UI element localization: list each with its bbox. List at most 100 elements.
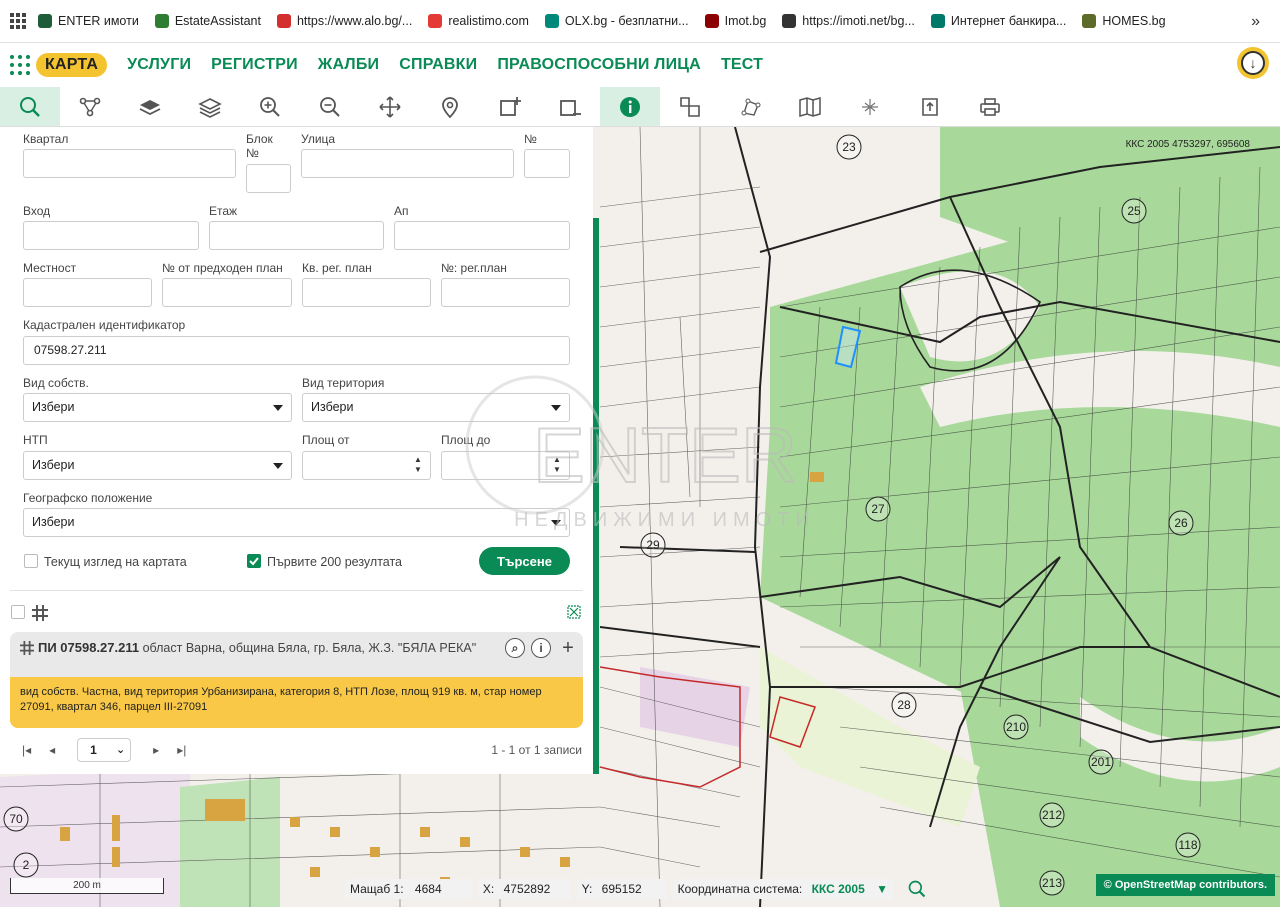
- ntp-select[interactable]: Избери: [23, 451, 292, 480]
- result-id[interactable]: ПИ 07598.27.211: [38, 640, 139, 655]
- nav-item-0[interactable]: КАРТА: [36, 53, 108, 77]
- current-view-checkbox[interactable]: [24, 554, 38, 568]
- crs-value: ККС 2005: [811, 882, 865, 896]
- nav-item-3[interactable]: ЖАЛБИ: [318, 56, 379, 74]
- bookmark-6[interactable]: https://imoti.net/bg...: [782, 14, 915, 28]
- panel-scrollbar[interactable]: [593, 218, 599, 774]
- bookmark-8[interactable]: HOMES.bg: [1082, 14, 1166, 28]
- bookmark-5[interactable]: Imot.bg: [704, 14, 767, 28]
- grid-icon[interactable]: [32, 605, 48, 621]
- last-page-icon[interactable]: ▸|: [177, 743, 186, 757]
- expand-icon[interactable]: [567, 605, 581, 619]
- bookmark-3[interactable]: realistimo.com: [428, 14, 529, 28]
- etaj-input[interactable]: [209, 221, 384, 250]
- route-tool[interactable]: [60, 87, 120, 126]
- print-tool[interactable]: [960, 87, 1020, 126]
- scale-field[interactable]: Мащаб 1: 4684: [345, 879, 472, 899]
- area-from-input[interactable]: ▲ ▼: [302, 451, 431, 480]
- prev-plan-input[interactable]: [162, 278, 292, 307]
- cadastral-id-input[interactable]: 07598.27.211: [23, 336, 570, 365]
- bookmark-2[interactable]: https://www.alo.bg/...: [276, 14, 413, 28]
- ntp-value: Избери: [32, 458, 75, 472]
- next-page-icon[interactable]: ▸: [153, 743, 159, 757]
- coordinates-tool[interactable]: [840, 87, 900, 126]
- location-tool[interactable]: [420, 87, 480, 126]
- geo-select[interactable]: Избери: [23, 508, 570, 537]
- remove-area-tool[interactable]: [540, 87, 600, 126]
- vid-sobst-select[interactable]: Избери: [23, 393, 292, 422]
- result-header: ПИ 07598.27.211 област Варна, община Бял…: [10, 632, 583, 677]
- pan-tool[interactable]: [360, 87, 420, 126]
- first-page-icon[interactable]: |◂: [22, 743, 31, 757]
- osm-attribution[interactable]: © OpenStreetMap contributors.: [1095, 874, 1275, 896]
- polygon-tool[interactable]: [720, 87, 780, 126]
- measure-tool[interactable]: [660, 87, 720, 126]
- map-label: 25: [1127, 204, 1141, 218]
- first200-checkbox[interactable]: [247, 554, 261, 568]
- prev-page-icon[interactable]: ◂: [49, 743, 55, 757]
- layers-icon: [139, 99, 161, 115]
- grid-icon: [20, 641, 34, 655]
- search-button[interactable]: Търсене: [479, 547, 570, 575]
- layers-tool[interactable]: [120, 87, 180, 126]
- zoom-out-tool[interactable]: [300, 87, 360, 126]
- map-label: 26: [1174, 516, 1188, 530]
- nav-item-6[interactable]: ТЕСТ: [721, 56, 763, 74]
- stepper-arrows-icon[interactable]: ▲ ▼: [553, 455, 563, 475]
- scale-label: Мащаб 1:: [350, 882, 404, 896]
- page-select[interactable]: 1 ⌄: [77, 738, 132, 762]
- nav-item-2[interactable]: РЕГИСТРИ: [211, 56, 298, 74]
- blok-input[interactable]: [246, 164, 291, 193]
- kv-reg-plan-label: Кв. рег. план: [302, 261, 372, 275]
- menu-grid-icon[interactable]: [10, 55, 30, 75]
- area-to-input[interactable]: ▲ ▼: [441, 451, 570, 480]
- bookmark-0[interactable]: ENTER имоти: [38, 14, 139, 28]
- route-icon: [79, 97, 101, 116]
- layers-stack-tool[interactable]: [180, 87, 240, 126]
- vid-sobst-label: Вид собств.: [23, 376, 89, 390]
- search-tool[interactable]: [0, 87, 60, 126]
- reg-plan-no-input[interactable]: [441, 278, 570, 307]
- info-icon[interactable]: i: [531, 638, 551, 658]
- download-button[interactable]: ↓: [1237, 47, 1269, 79]
- realistimo-icon: [428, 14, 443, 28]
- kv-reg-plan-input[interactable]: [302, 278, 431, 307]
- more-bookmarks-icon[interactable]: »: [1251, 13, 1260, 31]
- crs-field[interactable]: Координатна система: ККС 2005 ▼: [672, 879, 894, 899]
- bookmark-label: Imot.bg: [724, 14, 767, 28]
- stepper-arrows-icon[interactable]: ▲ ▼: [414, 455, 424, 475]
- scale-value: 4684: [414, 882, 442, 896]
- export-tool[interactable]: [900, 87, 960, 126]
- etaj-label: Етаж: [209, 204, 238, 218]
- ntp-label: НТП: [23, 433, 48, 447]
- info-tool[interactable]: [600, 87, 660, 126]
- select-all-checkbox[interactable]: [11, 605, 25, 619]
- nav-item-5[interactable]: ПРАВОСПОСОБНИ ЛИЦА: [497, 56, 701, 74]
- vhod-input[interactable]: [23, 221, 199, 250]
- kvartal-input[interactable]: [23, 149, 236, 178]
- search-icon[interactable]: [907, 879, 927, 899]
- coordinates-icon: [862, 98, 878, 115]
- mestnost-input[interactable]: [23, 278, 152, 307]
- map-view-tool[interactable]: [780, 87, 840, 126]
- bookmark-4[interactable]: OLX.bg - безплатни...: [544, 14, 689, 28]
- add-area-tool[interactable]: [480, 87, 540, 126]
- ulica-input[interactable]: [301, 149, 514, 178]
- bookmark-1[interactable]: EstateAssistant: [154, 14, 261, 28]
- arrow-down-icon: ↓: [1241, 51, 1265, 75]
- vid-teritoria-select[interactable]: Избери: [302, 393, 570, 422]
- chevron-down-icon: [551, 520, 561, 526]
- zoom-to-icon[interactable]: ⌕: [505, 638, 525, 658]
- apps-grid-icon[interactable]: [10, 13, 26, 29]
- number-input[interactable]: [524, 149, 570, 178]
- number-label: №: [524, 132, 537, 146]
- nav-item-4[interactable]: СПРАВКИ: [399, 56, 477, 74]
- result-card[interactable]: ПИ 07598.27.211 област Варна, община Бял…: [10, 632, 583, 728]
- zoom-in-tool[interactable]: [240, 87, 300, 126]
- nav-item-1[interactable]: УСЛУГИ: [127, 56, 191, 74]
- bookmark-7[interactable]: Интернет банкира...: [930, 14, 1066, 28]
- add-icon[interactable]: +: [558, 638, 578, 658]
- check-icon: [249, 557, 259, 566]
- ap-input[interactable]: [394, 221, 570, 250]
- bookmark-label: https://www.alo.bg/...: [296, 14, 413, 28]
